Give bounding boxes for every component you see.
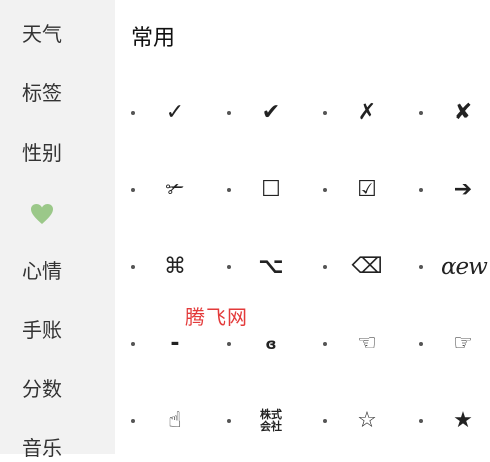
- symbol-glyph: ✔: [261, 100, 281, 125]
- symbol-glyph: ☐: [261, 177, 281, 202]
- bullet-dot: [227, 342, 231, 346]
- sidebar-item-music[interactable]: 音乐: [0, 434, 84, 462]
- symbol-option-key[interactable]: ⌥: [227, 252, 323, 282]
- bullet-dot: [323, 188, 327, 192]
- symbol-glyph: ☆: [357, 408, 377, 433]
- category-sidebar: 天气 标签 性别 心情 手账 分数 音乐: [0, 0, 115, 460]
- symbol-glyph: ★: [453, 408, 473, 433]
- symbol-right-arrow[interactable]: ➔: [419, 175, 490, 205]
- symbol-glyph: ⌫: [351, 254, 383, 279]
- symbol-ballot-x[interactable]: ✗: [323, 98, 419, 128]
- symbol-glyph: ✓: [165, 100, 185, 125]
- bullet-dot: [419, 188, 423, 192]
- symbol-hand-pointing-up[interactable]: ☝: [131, 406, 227, 436]
- symbol-glyph: ⌘: [164, 254, 186, 279]
- bullet-dot: [419, 265, 423, 269]
- symbol-corporation[interactable]: 株式 会社: [227, 406, 323, 436]
- sidebar-item-tags[interactable]: 标签: [0, 79, 84, 107]
- symbol-delete-key[interactable]: ⌫: [323, 252, 419, 282]
- symbol-ballot-box-check[interactable]: ☑: [323, 175, 419, 205]
- symbol-hand-pointing-right[interactable]: ☞: [419, 329, 490, 359]
- symbol-new-script[interactable]: ɑew: [419, 252, 490, 282]
- bullet-dot: [131, 111, 135, 115]
- bullet-dot: [419, 419, 423, 423]
- symbol-command-key[interactable]: ⌘: [131, 252, 227, 282]
- bullet-dot: [131, 419, 135, 423]
- symbol-check[interactable]: ✓: [131, 98, 227, 128]
- symbol-glyph: ☜: [357, 331, 377, 356]
- symbol-glyph: ☑: [357, 177, 377, 202]
- symbol-dash[interactable]: -: [131, 329, 227, 359]
- symbol-glyph: ☞: [453, 331, 473, 356]
- bullet-dot: [227, 419, 231, 423]
- sidebar-item-heart[interactable]: [0, 198, 84, 226]
- bullet-dot: [323, 111, 327, 115]
- symbol-glyph: ⌥: [258, 254, 284, 279]
- bullet-dot: [323, 419, 327, 423]
- symbol-glyph: ☝: [168, 408, 182, 433]
- symbol-heavy-ballot-x[interactable]: ✘: [419, 98, 490, 128]
- symbol-closed-epsilon[interactable]: ɞ: [227, 329, 323, 359]
- sidebar-item-gender[interactable]: 性别: [0, 139, 84, 167]
- bullet-dot: [323, 265, 327, 269]
- bullet-dot: [131, 342, 135, 346]
- sidebar-item-journal[interactable]: 手账: [0, 316, 84, 344]
- symbol-glyph: ɞ: [265, 335, 277, 353]
- bullet-dot: [131, 265, 135, 269]
- symbol-glyph: ✗: [357, 100, 377, 125]
- bullet-dot: [227, 265, 231, 269]
- bullet-dot: [419, 342, 423, 346]
- symbol-glyph: 株式 会社: [260, 408, 282, 433]
- symbol-glyph: ✃: [165, 177, 185, 202]
- section-title: 常用: [131, 26, 176, 51]
- symbol-hand-pointing-left[interactable]: ☜: [323, 329, 419, 359]
- symbol-glyph: ɑew: [441, 254, 488, 280]
- bullet-dot: [419, 111, 423, 115]
- symbol-glyph: ➔: [453, 177, 473, 202]
- symbol-heavy-check[interactable]: ✔: [227, 98, 323, 128]
- sidebar-item-mood[interactable]: 心情: [0, 257, 84, 285]
- symbol-scissors[interactable]: ✃: [131, 175, 227, 205]
- green-heart-icon: [31, 203, 53, 224]
- sidebar-item-weather[interactable]: 天气: [0, 20, 84, 48]
- symbol-glyph: ✘: [453, 100, 473, 125]
- watermark-text: 腾飞网: [185, 305, 248, 329]
- symbol-white-star[interactable]: ☆: [323, 406, 419, 436]
- sidebar-item-score[interactable]: 分数: [0, 375, 84, 403]
- bullet-dot: [131, 188, 135, 192]
- symbol-glyph: -: [170, 331, 180, 356]
- bullet-dot: [323, 342, 327, 346]
- bullet-dot: [227, 111, 231, 115]
- symbol-black-star[interactable]: ★: [419, 406, 490, 436]
- symbol-ballot-box[interactable]: ☐: [227, 175, 323, 205]
- bullet-dot: [227, 188, 231, 192]
